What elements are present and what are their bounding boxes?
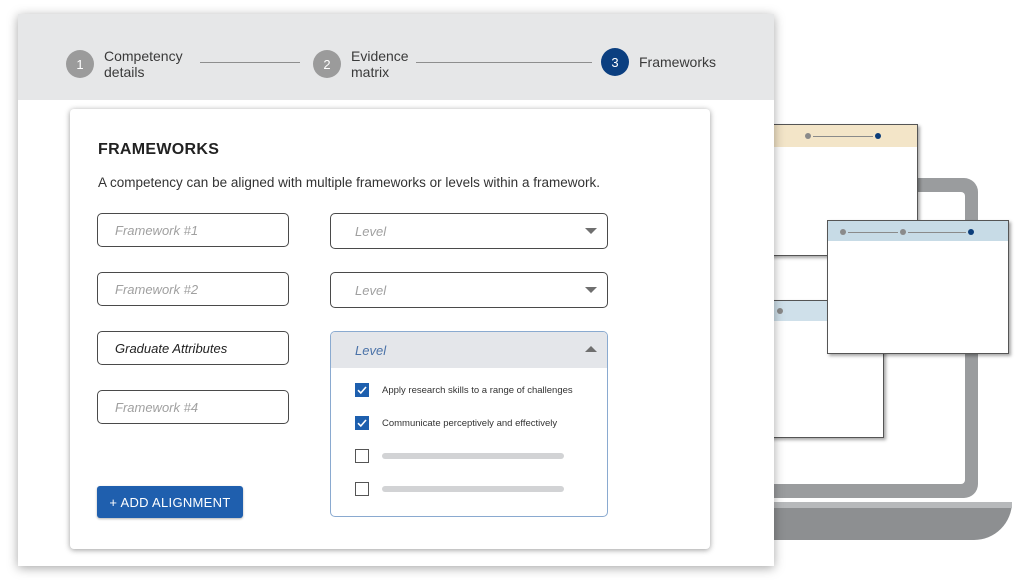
framework-input-2[interactable]: Framework #2 — [97, 272, 289, 306]
step-number: 2 — [313, 50, 341, 78]
level-option[interactable] — [355, 482, 564, 496]
card-description: A competency can be aligned with multipl… — [98, 175, 600, 190]
framework-input-1[interactable]: Framework #1 — [97, 213, 289, 247]
step-evidence-matrix[interactable]: 2 Evidence matrix — [313, 48, 409, 80]
input-value: Graduate Attributes — [115, 340, 228, 356]
checkbox-checked[interactable] — [355, 383, 369, 397]
checkbox-checked[interactable] — [355, 416, 369, 430]
input-placeholder: Framework #2 — [115, 281, 199, 297]
select-placeholder: Level — [355, 282, 387, 298]
chevron-up-icon — [585, 346, 597, 352]
step-number: 3 — [601, 48, 629, 76]
level-select-2[interactable]: Level — [330, 272, 608, 308]
chevron-down-icon — [585, 287, 597, 293]
level-option[interactable]: Communicate perceptively and effectively — [355, 416, 557, 430]
input-placeholder: Framework #4 — [115, 399, 199, 415]
step-label: Evidence matrix — [351, 48, 409, 80]
frameworks-card: FRAMEWORKS A competency can be aligned w… — [70, 109, 710, 549]
level-dropdown-header[interactable]: Level — [331, 332, 607, 368]
framework-input-3[interactable]: Graduate Attributes — [97, 331, 289, 365]
step-frameworks[interactable]: 3 Frameworks — [601, 48, 716, 76]
option-label: Communicate perceptively and effectively — [382, 417, 558, 429]
step-connector — [416, 62, 592, 63]
checkbox-unchecked[interactable] — [355, 482, 369, 496]
check-icon — [357, 386, 367, 395]
select-placeholder: Level — [355, 223, 387, 239]
check-icon — [357, 419, 367, 428]
main-window: 1 Competency details 2 Evidence matrix 3… — [18, 14, 774, 566]
chevron-down-icon — [585, 228, 597, 234]
card-title: FRAMEWORKS — [98, 141, 220, 158]
checkbox-unchecked[interactable] — [355, 449, 369, 463]
step-label: Competency details — [104, 48, 183, 80]
background-window-blue — [827, 220, 1009, 354]
level-option[interactable]: Apply research skills to a range of chal… — [355, 383, 573, 397]
add-alignment-button[interactable]: + ADD ALIGNMENT — [97, 486, 243, 518]
step-connector — [200, 62, 300, 63]
option-placeholder-bar — [382, 453, 564, 459]
option-label: Apply research skills to a range of chal… — [382, 384, 573, 396]
progress-stepper: 1 Competency details 2 Evidence matrix 3… — [18, 14, 774, 100]
framework-input-4[interactable]: Framework #4 — [97, 390, 289, 424]
level-select-3-open[interactable]: Level Apply research skills to a range o… — [330, 331, 608, 517]
step-number: 1 — [66, 50, 94, 78]
step-label: Frameworks — [639, 54, 717, 70]
option-placeholder-bar — [382, 486, 564, 492]
input-placeholder: Framework #1 — [115, 222, 199, 238]
level-option[interactable] — [355, 449, 564, 463]
level-select-1[interactable]: Level — [330, 213, 608, 249]
select-placeholder: Level — [355, 342, 387, 358]
step-competency-details[interactable]: 1 Competency details — [66, 48, 183, 80]
